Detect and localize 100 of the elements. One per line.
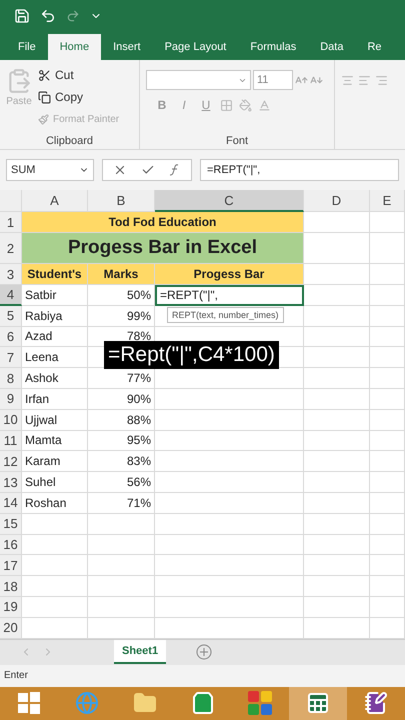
table-cell: 95% xyxy=(88,430,155,452)
status-text: Enter xyxy=(0,664,405,687)
row-header[interactable]: 3 xyxy=(0,264,22,285)
row-header[interactable]: 7 xyxy=(0,347,22,368)
video-caption: =Rept("|",C4*100) xyxy=(104,341,279,369)
add-sheet-icon[interactable] xyxy=(196,644,212,660)
empty-cell xyxy=(304,285,370,306)
ribbon-tab[interactable]: File xyxy=(6,34,48,60)
row-header[interactable]: 10 xyxy=(0,410,22,431)
empty-cell xyxy=(370,347,405,368)
empty-cell xyxy=(304,368,370,389)
column-header[interactable]: C xyxy=(155,190,304,212)
table-cell: 99% xyxy=(88,306,155,327)
sheet-tab[interactable]: Sheet1 xyxy=(114,640,166,664)
empty-cell xyxy=(370,555,405,576)
row-header[interactable]: 1 xyxy=(0,212,22,233)
empty-cell xyxy=(304,306,370,327)
row-header[interactable]: 8 xyxy=(0,368,22,389)
column-header[interactable]: E xyxy=(370,190,405,212)
ribbon-tab[interactable]: Data xyxy=(308,34,356,60)
table-cell: 88% xyxy=(88,410,155,431)
formula-field[interactable]: =REPT("|", xyxy=(200,159,399,181)
ribbon-tab[interactable]: Insert xyxy=(101,34,153,60)
row-header[interactable]: 14 xyxy=(0,492,22,514)
empty-cell xyxy=(370,233,405,264)
row-header[interactable]: 2 xyxy=(0,233,22,264)
empty-cell xyxy=(88,555,155,576)
empty-cell xyxy=(304,472,370,493)
group-label: Clipboard xyxy=(44,135,94,147)
empty-cell xyxy=(88,576,155,597)
store-icon[interactable] xyxy=(190,691,214,716)
table-cell: Ashok xyxy=(22,368,88,389)
row-header[interactable]: 13 xyxy=(0,472,22,493)
empty-cell xyxy=(370,368,405,389)
empty-cell xyxy=(88,596,155,618)
empty-cell xyxy=(304,430,370,452)
cut-button[interactable]: Cut xyxy=(38,64,120,86)
row-header[interactable]: 16 xyxy=(0,534,22,556)
windows-logo-icon[interactable] xyxy=(16,691,41,716)
ribbon-tab[interactable]: Re xyxy=(355,34,394,60)
table-cell: 50% xyxy=(88,285,155,306)
empty-cell xyxy=(370,264,405,285)
empty-cell xyxy=(304,596,370,618)
table-title: Tod Fod Education xyxy=(22,212,304,233)
table-cell: Mamta xyxy=(22,430,88,452)
cancel-icon[interactable] xyxy=(113,163,127,177)
ribbon-tab[interactable]: Home xyxy=(48,34,102,60)
borders-icon xyxy=(220,98,233,112)
empty-cell xyxy=(304,410,370,431)
align-icon xyxy=(375,74,388,87)
table-cell: Satbir xyxy=(22,285,88,306)
empty-cell xyxy=(304,326,370,348)
empty-cell xyxy=(304,555,370,576)
copy-button[interactable]: Copy xyxy=(38,86,120,108)
active-cell[interactable]: =REPT("|", xyxy=(155,285,304,306)
spreadsheet-app-icon[interactable] xyxy=(306,691,330,716)
table-cell: Roshan xyxy=(22,492,88,514)
table-cell: Rabiya xyxy=(22,306,88,327)
table-cell: Karam xyxy=(22,451,88,472)
row-header[interactable]: 11 xyxy=(0,430,22,452)
row-header[interactable]: 18 xyxy=(0,576,22,597)
notebook-app-icon[interactable] xyxy=(364,691,388,716)
font-color-icon xyxy=(258,98,271,112)
column-heading: Student's xyxy=(22,264,88,285)
ribbon-tab[interactable]: Formulas xyxy=(238,34,308,60)
save-icon[interactable] xyxy=(14,8,30,24)
table-cell: 90% xyxy=(88,388,155,410)
table-cell: 83% xyxy=(88,451,155,472)
font-name-field[interactable] xyxy=(146,70,251,90)
function-icon[interactable] xyxy=(169,164,181,176)
row-header[interactable]: 5 xyxy=(0,306,22,327)
empty-cell xyxy=(88,514,155,535)
empty-cell xyxy=(304,576,370,597)
row-header[interactable]: 15 xyxy=(0,514,22,535)
column-header[interactable]: B xyxy=(88,190,155,212)
column-header[interactable]: A xyxy=(22,190,88,212)
app-tiles-icon[interactable] xyxy=(247,690,274,716)
ribbon-tab[interactable]: Page Layout xyxy=(152,34,238,60)
empty-cell xyxy=(370,492,405,514)
scissors-icon xyxy=(38,68,51,82)
empty-cell xyxy=(370,388,405,410)
font-size-field[interactable]: 11 xyxy=(253,70,293,90)
row-header[interactable]: 4 xyxy=(0,285,22,306)
row-header[interactable]: 9 xyxy=(0,388,22,410)
row-header[interactable]: 12 xyxy=(0,451,22,472)
empty-cell xyxy=(370,596,405,618)
align-icon xyxy=(358,74,371,87)
name-box[interactable]: SUM xyxy=(6,159,94,181)
column-header[interactable]: D xyxy=(304,190,370,212)
column-heading: Progess Bar xyxy=(155,264,304,285)
row-header[interactable]: 20 xyxy=(0,618,22,639)
redo-icon[interactable] xyxy=(66,9,80,23)
row-header[interactable]: 6 xyxy=(0,326,22,348)
row-header[interactable]: 19 xyxy=(0,596,22,618)
empty-cell xyxy=(370,410,405,431)
empty-cell xyxy=(88,534,155,556)
undo-icon[interactable] xyxy=(40,8,56,24)
row-header[interactable]: 17 xyxy=(0,555,22,576)
empty-cell xyxy=(370,306,405,327)
empty-cell xyxy=(370,514,405,535)
